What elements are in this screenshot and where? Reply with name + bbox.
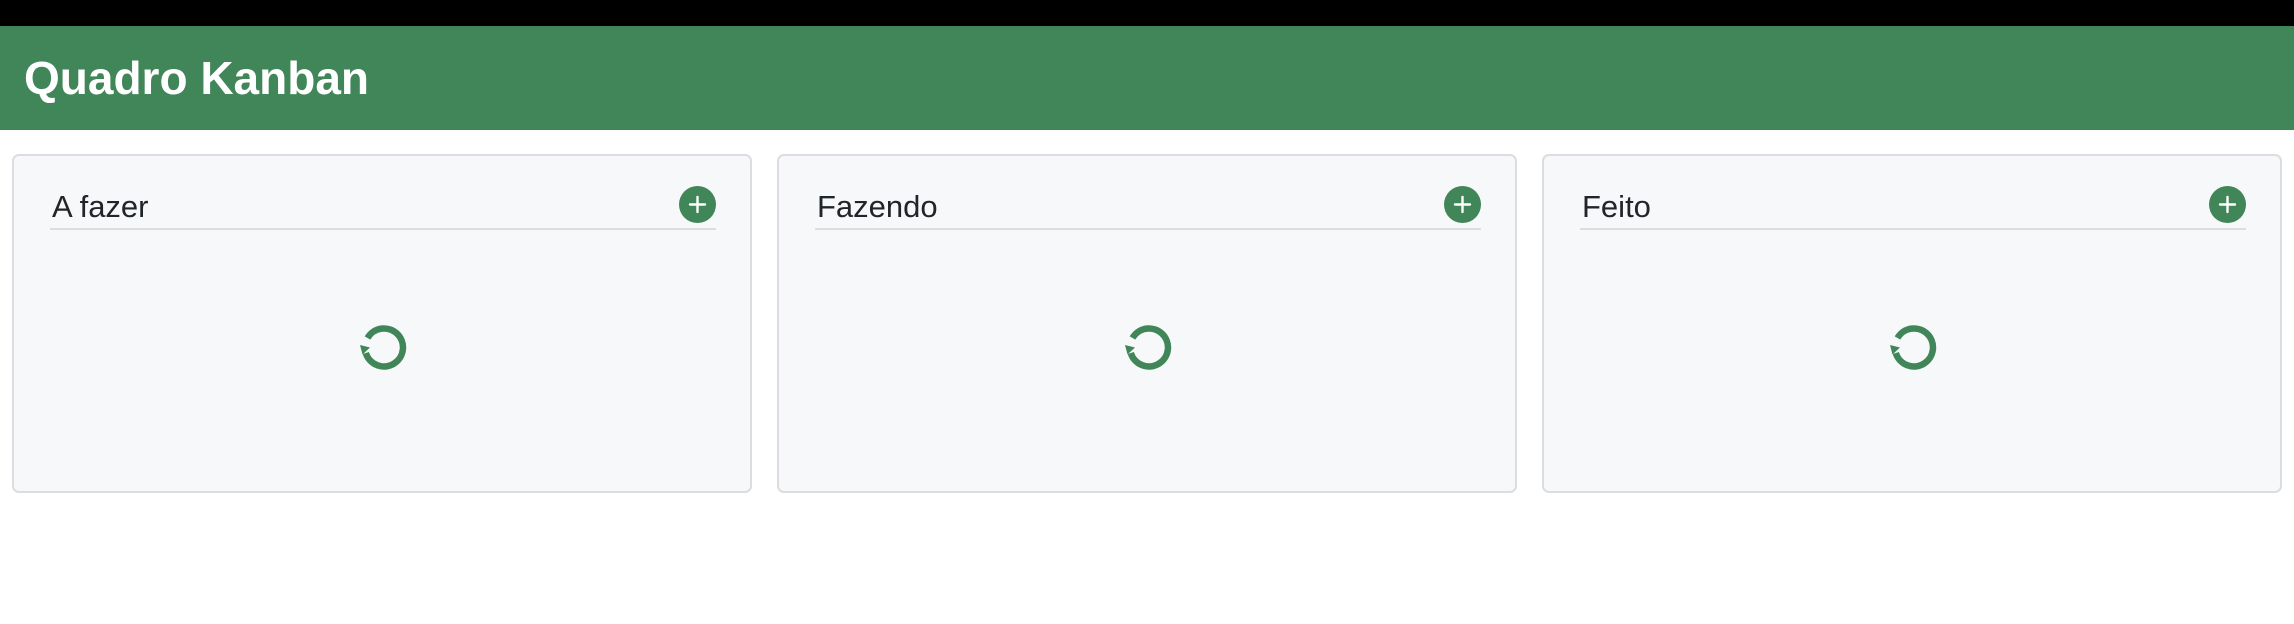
- loading-spinner-icon: [1115, 314, 1181, 380]
- loading-spinner-icon: [1880, 314, 1946, 380]
- page-title: Quadro Kanban: [24, 52, 370, 104]
- column-header: Feito: [1580, 186, 2246, 230]
- column-a-fazer: A fazer: [12, 154, 752, 493]
- column-title: Fazendo: [817, 189, 938, 224]
- loading-spinner-icon: [350, 314, 416, 380]
- column-title: Feito: [1582, 189, 1651, 224]
- column-title: A fazer: [52, 189, 149, 224]
- plus-circle-icon: [2218, 195, 2237, 214]
- column-header: Fazendo: [815, 186, 1481, 230]
- add-card-button[interactable]: [1444, 186, 1481, 223]
- column-fazendo: Fazendo: [777, 154, 1517, 493]
- column-header: A fazer: [50, 186, 716, 230]
- column-feito: Feito: [1542, 154, 2282, 493]
- add-card-button[interactable]: [679, 186, 716, 223]
- add-card-button[interactable]: [2209, 186, 2246, 223]
- browser-top-bar: [0, 0, 2294, 26]
- plus-circle-icon: [688, 195, 707, 214]
- plus-circle-icon: [1453, 195, 1472, 214]
- kanban-board: A fazer Fazendo Feito: [12, 154, 2282, 493]
- app-header: Quadro Kanban: [0, 26, 2294, 130]
